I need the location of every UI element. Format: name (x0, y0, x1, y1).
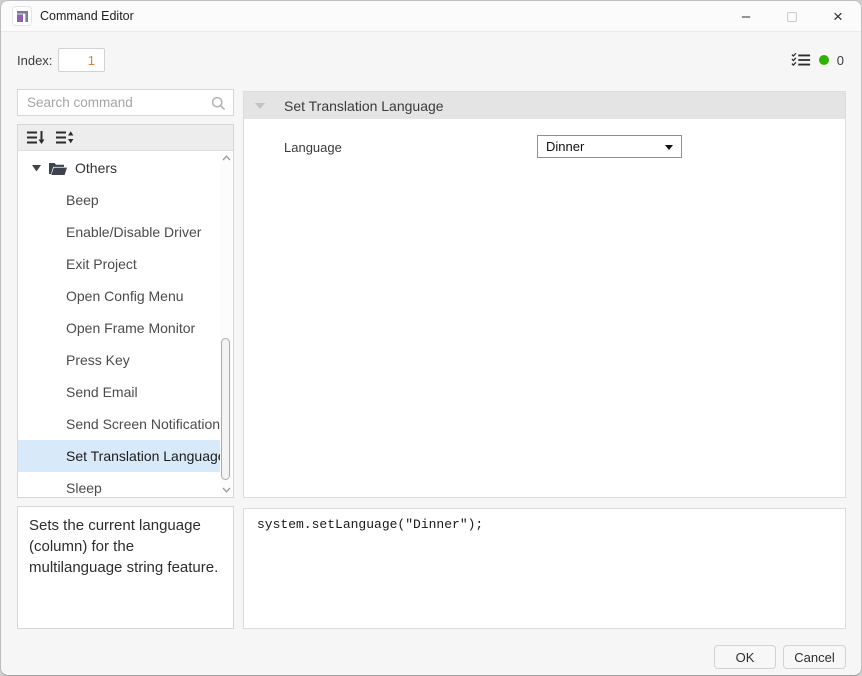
scroll-up-icon[interactable] (220, 152, 232, 164)
folder-icon (49, 162, 67, 175)
tree-item-exit-project[interactable]: Exit Project (18, 248, 220, 280)
tree-scrollbar[interactable] (220, 152, 232, 496)
language-label: Language (284, 140, 342, 155)
collapse-icon[interactable] (255, 103, 265, 109)
parameter-panel-title: Set Translation Language (284, 98, 444, 114)
index-input[interactable] (58, 48, 105, 72)
command-description: Sets the current language (column) for t… (17, 506, 234, 629)
parameter-panel: Set Translation Language Language Dinner (243, 91, 846, 498)
tree-folder-label: Others (75, 160, 117, 176)
title-bar: Command Editor – × (1, 1, 861, 32)
command-tree: Others BeepEnable/Disable DriverExit Pro… (18, 152, 220, 497)
search-icon (211, 96, 226, 111)
tree-item-send-email[interactable]: Send Email (18, 376, 220, 408)
chevron-down-icon (665, 145, 673, 150)
app-logo-icon (13, 7, 31, 25)
scrollbar-thumb[interactable] (221, 338, 230, 480)
tree-item-beep[interactable]: Beep (18, 184, 220, 216)
maximize-icon (787, 12, 797, 22)
tree-item-send-screen-notification[interactable]: Send Screen Notification (18, 408, 220, 440)
code-text: system.setLanguage("Dinner"); (257, 517, 483, 532)
code-preview: system.setLanguage("Dinner"); (243, 508, 846, 629)
maximize-button[interactable] (769, 1, 815, 32)
search-input[interactable] (18, 90, 233, 115)
scroll-down-icon[interactable] (220, 484, 232, 496)
search-box (17, 89, 234, 116)
command-editor-window: Command Editor – × Index: 0 (0, 0, 862, 676)
cancel-button[interactable]: Cancel (783, 645, 846, 669)
tree-item-press-key[interactable]: Press Key (18, 344, 220, 376)
language-select-value: Dinner (546, 139, 584, 154)
tree-item-enable-disable-driver[interactable]: Enable/Disable Driver (18, 216, 220, 248)
command-tree-panel: Others BeepEnable/Disable DriverExit Pro… (17, 124, 234, 498)
expander-icon[interactable] (29, 165, 43, 172)
tree-item-open-config-menu[interactable]: Open Config Menu (18, 280, 220, 312)
tree-item-open-frame-monitor[interactable]: Open Frame Monitor (18, 312, 220, 344)
validation-list-icon[interactable] (791, 51, 811, 69)
status-ok-dot (819, 55, 829, 65)
close-button[interactable]: × (815, 1, 861, 32)
sort-toggle-icon[interactable] (55, 129, 75, 147)
window-title: Command Editor (40, 9, 134, 23)
tree-item-set-translation-language[interactable]: Set Translation Language (18, 440, 220, 472)
error-count: 0 (837, 53, 844, 68)
tree-item-sleep[interactable]: Sleep (18, 472, 220, 497)
parameter-panel-header: Set Translation Language (244, 92, 845, 119)
sort-descending-icon[interactable] (26, 129, 46, 147)
tree-folder-others[interactable]: Others (18, 152, 220, 184)
tree-toolbar (18, 125, 233, 151)
language-select[interactable]: Dinner (537, 135, 682, 158)
ok-button[interactable]: OK (714, 645, 776, 669)
index-label: Index: (17, 53, 52, 68)
minimize-button[interactable]: – (723, 1, 769, 32)
